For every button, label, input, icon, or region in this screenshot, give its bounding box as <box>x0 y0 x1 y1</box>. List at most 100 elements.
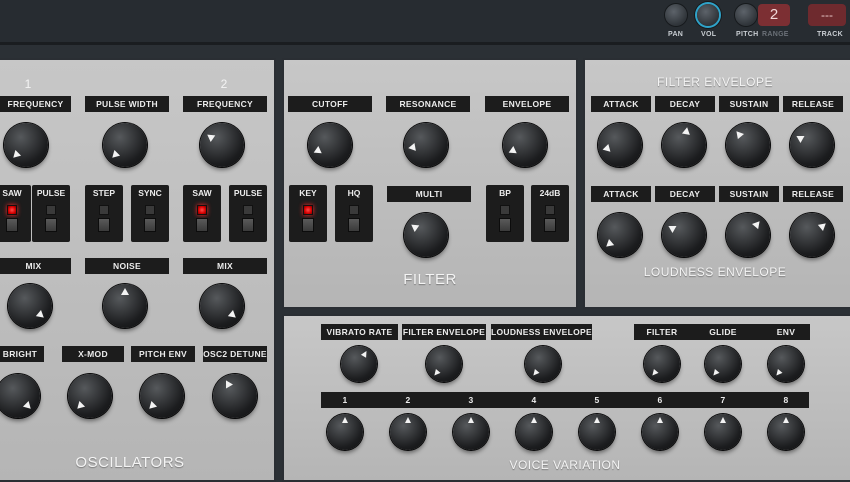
cutoff-knob[interactable] <box>308 123 352 167</box>
voice-env-label: ENV <box>776 327 796 337</box>
vibrato-rate-knob[interactable] <box>341 346 377 382</box>
loudness-decay-knob[interactable] <box>662 213 706 257</box>
voice-glide-label: GLIDE <box>709 327 737 337</box>
voice-glide-knob[interactable] <box>705 346 741 382</box>
osc1-frequency-knob[interactable] <box>4 123 48 167</box>
osc1-mix-label: MIX <box>0 258 71 274</box>
pitch-label: PITCH <box>736 31 759 38</box>
pitch-env-knob[interactable] <box>140 374 184 418</box>
osc1-saw-label: SAW <box>2 188 22 198</box>
x-mod-knob[interactable] <box>68 374 112 418</box>
key-led <box>303 205 313 215</box>
loudness-envelope-title: LOUDNESS ENVELOPE <box>643 265 787 279</box>
osc2-pulse-key <box>242 218 254 232</box>
voice-loudness-envelope-label: LOUDNESS ENVELOPE <box>491 324 592 340</box>
24db-switch[interactable]: 24dB <box>531 185 569 242</box>
osc2-saw-label: SAW <box>192 188 212 198</box>
osc2-mix-knob[interactable] <box>200 284 244 328</box>
range-display[interactable]: 2 <box>758 4 790 26</box>
osc1-saw-key <box>6 218 18 232</box>
filter-attack-knob[interactable] <box>598 123 642 167</box>
filter-title: FILTER <box>403 271 457 288</box>
voice-loudness-envelope-knob[interactable] <box>525 346 561 382</box>
osc2-frequency-knob[interactable] <box>200 123 244 167</box>
osc2-detune-label: OSC2 DETUNE <box>203 346 267 362</box>
osc1-pulse-switch[interactable]: PULSE <box>32 185 70 242</box>
loudness-attack-knob[interactable] <box>598 213 642 257</box>
voice-filter-label: FILTER <box>646 327 678 337</box>
osc1-number: 1 <box>24 77 32 91</box>
filter-release-label: RELEASE <box>783 96 843 112</box>
resonance-knob[interactable] <box>404 123 448 167</box>
osc2-frequency-label: FREQUENCY <box>183 96 267 112</box>
osc2-detune-knob[interactable] <box>213 374 257 418</box>
osc1-pulse-key <box>45 218 57 232</box>
loudness-release-knob[interactable] <box>790 213 834 257</box>
voice-variation-title: VOICE VARIATION <box>509 458 621 472</box>
loudness-sustain-knob[interactable] <box>726 213 770 257</box>
hq-switch[interactable]: HQ <box>335 185 373 242</box>
24db-label: 24dB <box>539 188 561 198</box>
key-label: KEY <box>299 188 317 198</box>
step-switch[interactable]: STEP <box>85 185 123 242</box>
pitch-knob[interactable] <box>735 4 757 26</box>
voice-filter-knob[interactable] <box>644 346 680 382</box>
osc2-pulse-switch[interactable]: PULSE <box>229 185 267 242</box>
sync-switch[interactable]: SYNC <box>131 185 169 242</box>
pan-knob[interactable] <box>665 4 687 26</box>
cutoff-label: CUTOFF <box>288 96 372 112</box>
filter-attack-label: ATTACK <box>591 96 651 112</box>
voice-1-knob[interactable] <box>327 414 363 450</box>
key-key <box>302 218 314 232</box>
filter-envelope-title: FILTER ENVELOPE <box>657 75 773 89</box>
pitch-env-label: PITCH ENV <box>131 346 195 362</box>
voice-4-knob[interactable] <box>516 414 552 450</box>
step-label: STEP <box>92 188 116 198</box>
voice-7-knob[interactable] <box>705 414 741 450</box>
voice-5-knob[interactable] <box>579 414 615 450</box>
sync-label: SYNC <box>138 188 162 198</box>
sync-key <box>144 218 156 232</box>
multi-knob[interactable] <box>404 213 448 257</box>
bp-key <box>499 218 511 232</box>
osc1-pulse-label: PULSE <box>36 188 66 198</box>
bp-label: BP <box>499 188 511 198</box>
pulse-width-label: PULSE WIDTH <box>85 96 169 112</box>
key-switch[interactable]: KEY <box>289 185 327 242</box>
filter-sustain-knob[interactable] <box>726 123 770 167</box>
osc1-saw-switch[interactable]: SAW <box>0 185 31 242</box>
step-led <box>99 205 109 215</box>
voice-2-label: 2 <box>405 395 411 405</box>
track-label: TRACK <box>817 31 843 38</box>
hq-key <box>348 218 360 232</box>
filter-envelope-amount-knob[interactable] <box>503 123 547 167</box>
osc1-mix-knob[interactable] <box>8 284 52 328</box>
x-mod-label: X-MOD <box>62 346 124 362</box>
track-display[interactable]: --- <box>808 4 846 26</box>
voice-filter-envelope-knob[interactable] <box>426 346 462 382</box>
hq-label: HQ <box>347 188 361 198</box>
voice-env-knob[interactable] <box>768 346 804 382</box>
voice-8-knob[interactable] <box>768 414 804 450</box>
osc1-saw-led <box>7 205 17 215</box>
voice-filter-envelope-label: FILTER ENVELOPE <box>402 324 486 340</box>
loudness-decay-label: DECAY <box>655 186 715 202</box>
voice-3-knob[interactable] <box>453 414 489 450</box>
voice-6-knob[interactable] <box>642 414 678 450</box>
osc2-saw-switch[interactable]: SAW <box>183 185 221 242</box>
filter-release-knob[interactable] <box>790 123 834 167</box>
osc2-pulse-led <box>243 205 253 215</box>
voice-8-label: 8 <box>783 395 789 405</box>
filter-decay-knob[interactable] <box>662 123 706 167</box>
volume-knob[interactable] <box>697 4 719 26</box>
osc2-saw-key <box>196 218 208 232</box>
bp-switch[interactable]: BP <box>486 185 524 242</box>
filter-decay-label: DECAY <box>655 96 715 112</box>
24db-led <box>545 205 555 215</box>
voice-3-label: 3 <box>468 395 474 405</box>
voice-2-knob[interactable] <box>390 414 426 450</box>
osc2-mix-label: MIX <box>183 258 267 274</box>
24db-key <box>544 218 556 232</box>
pulse-width-knob[interactable] <box>103 123 147 167</box>
noise-knob[interactable] <box>103 284 147 328</box>
